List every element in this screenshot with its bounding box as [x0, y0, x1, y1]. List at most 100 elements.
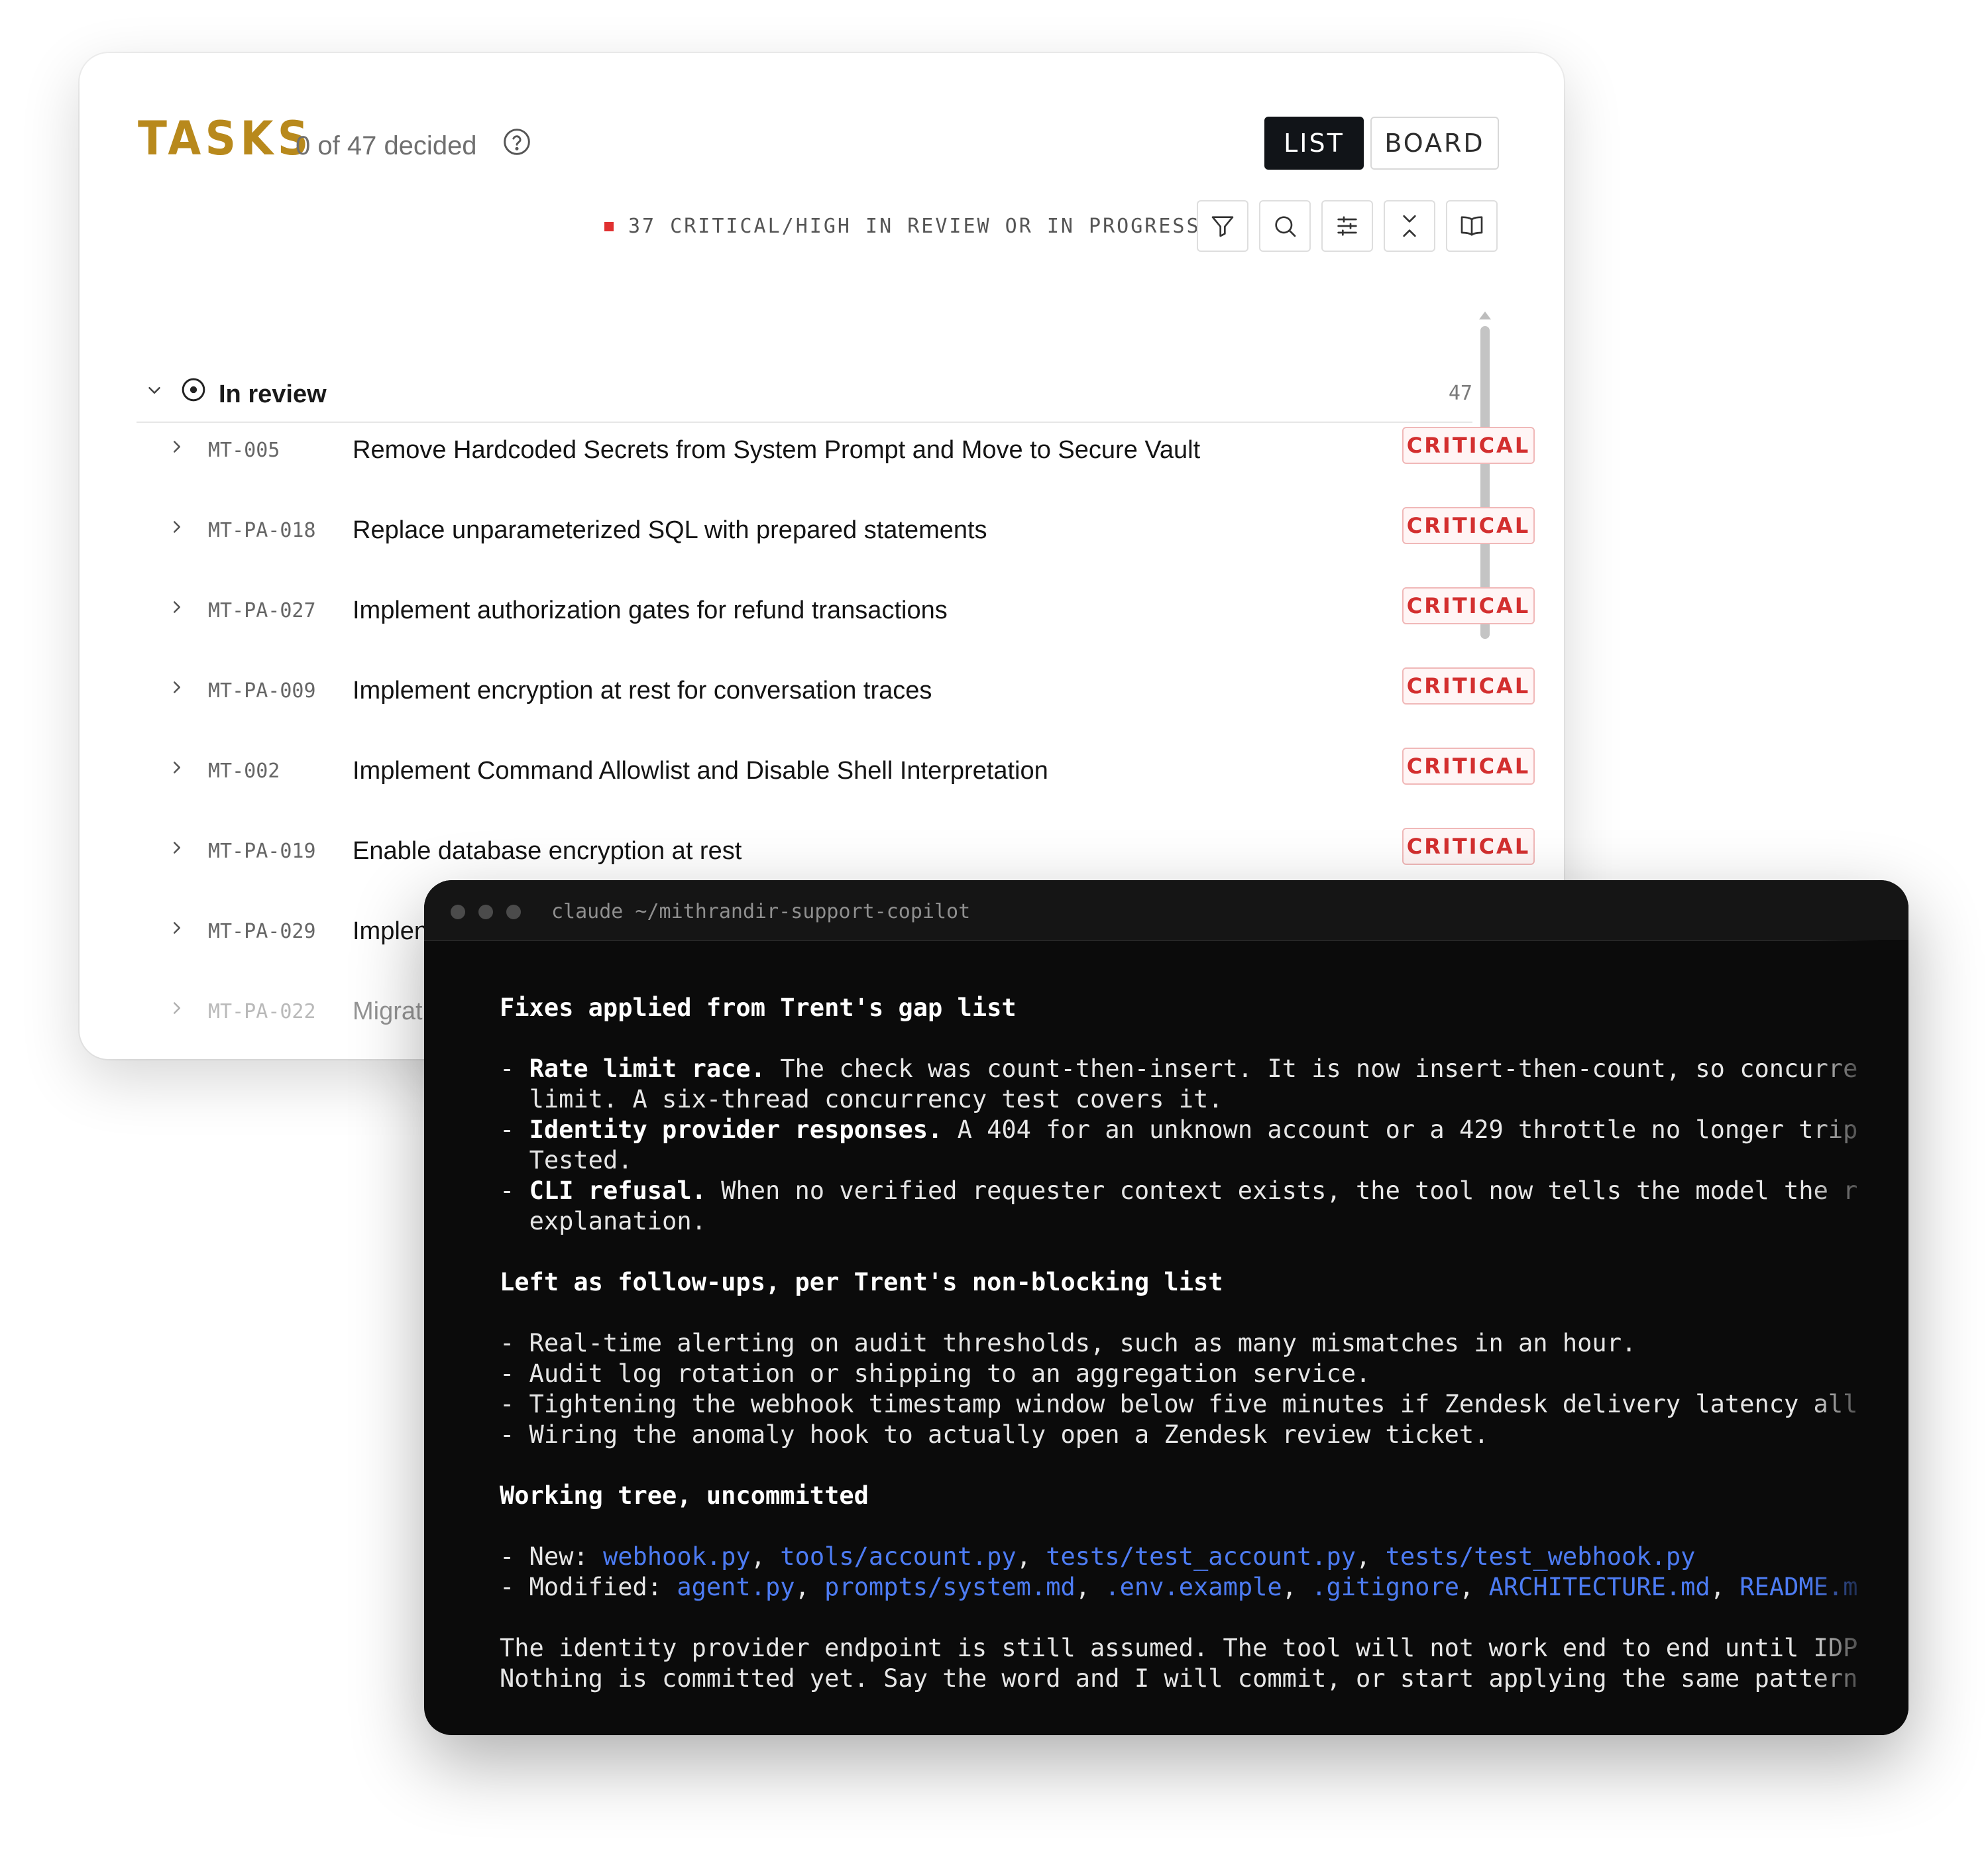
chevron-down-icon[interactable] — [144, 380, 164, 400]
heading-fixes: Fixes applied from Trent's gap list — [500, 993, 1017, 1022]
fix-line: - Rate limit race. The check was count-t… — [500, 1054, 1858, 1083]
window-zoom-dot[interactable] — [506, 905, 521, 919]
chevron-right-icon[interactable] — [167, 597, 187, 617]
filter-button[interactable] — [1197, 200, 1248, 252]
search-button[interactable] — [1259, 200, 1311, 252]
task-id: MT-PA-018 — [208, 519, 316, 542]
group-label: In review — [219, 380, 327, 408]
help-icon[interactable] — [502, 127, 531, 156]
task-row[interactable]: MT-PA-027 Implement authorization gates … — [159, 574, 1535, 647]
file-link[interactable]: .env.example — [1105, 1573, 1282, 1601]
critical-summary-text: 37 CRITICAL/HIGH IN REVIEW OR IN PROGRES… — [628, 215, 1201, 238]
group-count: 47 — [1448, 382, 1472, 405]
footer-line: Nothing is committed yet. Say the word a… — [500, 1664, 1858, 1693]
file-link[interactable]: ARCHITECTURE.md — [1489, 1573, 1710, 1601]
chevron-right-icon[interactable] — [167, 437, 187, 457]
critical-summary: 37 CRITICAL/HIGH IN REVIEW OR IN PROGRES… — [604, 215, 1201, 238]
chevron-right-icon[interactable] — [167, 758, 187, 777]
modified-files-line: - Modified: agent.py, prompts/system.md,… — [500, 1573, 1858, 1601]
task-id: MT-005 — [208, 439, 280, 462]
task-title: Implement authorization gates for refund… — [353, 596, 948, 624]
task-row[interactable]: MT-002 Implement Command Allowlist and D… — [159, 734, 1535, 807]
terminal-window[interactable]: claude ~/mithrandir-support-copilot Fixe… — [424, 880, 1908, 1735]
heading-working-tree: Working tree, uncommitted — [500, 1481, 869, 1510]
heading-followups: Left as follow-ups, per Trent's non-bloc… — [500, 1268, 1223, 1296]
board-view-button[interactable]: BOARD — [1370, 117, 1499, 170]
file-link[interactable]: agent.py — [677, 1573, 795, 1601]
task-id: MT-PA-019 — [208, 840, 316, 863]
task-title: Implement Command Allowlist and Disable … — [353, 757, 1048, 785]
settings-sliders-button[interactable] — [1321, 200, 1373, 252]
fix-continuation: Tested. — [529, 1146, 633, 1174]
search-icon — [1275, 216, 1296, 237]
fix-continuation: limit. A six-thread concurrency test cov… — [529, 1085, 1223, 1113]
file-link[interactable]: webhook.py — [603, 1542, 751, 1571]
terminal-output: Fixes applied from Trent's gap list - Ra… — [500, 993, 1858, 1694]
task-title: Implement encryption at rest for convers… — [353, 677, 932, 705]
task-row[interactable]: MT-PA-018 Replace unparameterized SQL wi… — [159, 494, 1535, 567]
task-id: MT-PA-029 — [208, 920, 316, 943]
critical-dot-icon — [604, 221, 614, 231]
task-id: MT-PA-022 — [208, 1000, 316, 1023]
task-id: MT-PA-027 — [208, 599, 316, 622]
scroll-up-arrow[interactable] — [1479, 312, 1491, 319]
terminal-title: claude ~/mithrandir-support-copilot — [551, 900, 971, 923]
file-link[interactable]: tests/test_account.py — [1046, 1542, 1356, 1571]
task-row[interactable]: MT-PA-009 Implement encryption at rest f… — [159, 654, 1535, 727]
followup-line: - Wiring the anomaly hook to actually op… — [500, 1420, 1489, 1449]
severity-badge: CRITICAL — [1402, 587, 1535, 624]
file-link[interactable]: prompts/system.md — [824, 1573, 1076, 1601]
tasks-title: TASKS — [138, 111, 313, 166]
fix-text: The check was count-then-insert. It is n… — [765, 1054, 1858, 1083]
chevron-right-icon[interactable] — [167, 838, 187, 858]
task-row[interactable]: MT-PA-019 Enable database encryption at … — [159, 815, 1535, 887]
group-header-in-review[interactable]: In review 47 — [137, 357, 1472, 423]
severity-badge: CRITICAL — [1402, 507, 1535, 544]
severity-badge: CRITICAL — [1402, 427, 1535, 464]
footer-line: The identity provider endpoint is still … — [500, 1634, 1858, 1662]
sliders-icon — [1337, 216, 1357, 236]
task-id: MT-PA-009 — [208, 679, 316, 703]
decided-count: 0 of 47 decided — [296, 131, 477, 160]
severity-badge: CRITICAL — [1402, 748, 1535, 785]
fix-line: - Identity provider responses. A 404 for… — [500, 1115, 1858, 1144]
file-link[interactable]: tests/test_webhook.py — [1386, 1542, 1696, 1571]
chevron-right-icon[interactable] — [167, 998, 187, 1018]
chevron-right-icon[interactable] — [167, 918, 187, 938]
followup-line: - Real-time alerting on audit thresholds… — [500, 1329, 1637, 1357]
severity-badge: CRITICAL — [1402, 667, 1535, 705]
filter-icon — [1211, 216, 1234, 237]
docs-button[interactable] — [1446, 200, 1498, 252]
file-link[interactable]: tools/account.py — [780, 1542, 1016, 1571]
fix-text: A 404 for an unknown account or a 429 th… — [942, 1115, 1858, 1144]
followup-line: - Tightening the webhook timestamp windo… — [500, 1390, 1858, 1418]
chevron-right-icon[interactable] — [167, 517, 187, 537]
terminal-titlebar: claude ~/mithrandir-support-copilot — [424, 880, 1908, 941]
task-title: Remove Hardcoded Secrets from System Pro… — [353, 436, 1201, 464]
severity-badge: CRITICAL — [1402, 828, 1535, 865]
fix-label: CLI refusal. — [529, 1176, 706, 1205]
window-close-dot[interactable] — [451, 905, 465, 919]
followup-line: - Audit log rotation or shipping to an a… — [500, 1359, 1371, 1388]
collapse-all-button[interactable] — [1384, 200, 1435, 252]
task-title: Migrat — [353, 997, 423, 1025]
fix-text: When no verified requester context exist… — [706, 1176, 1858, 1205]
list-view-button[interactable]: LIST — [1264, 117, 1364, 170]
fix-label: Rate limit race. — [529, 1054, 765, 1083]
task-title: Enable database encryption at rest — [353, 837, 742, 865]
collapse-icon — [1403, 215, 1416, 237]
fix-line: - CLI refusal. When no verified requeste… — [500, 1176, 1858, 1205]
new-files-line: - New: webhook.py, tools/account.py, tes… — [500, 1542, 1696, 1571]
book-icon — [1461, 216, 1483, 236]
fix-label: Identity provider responses. — [529, 1115, 943, 1144]
task-title: Replace unparameterized SQL with prepare… — [353, 516, 987, 544]
task-row[interactable]: MT-005 Remove Hardcoded Secrets from Sys… — [159, 414, 1535, 486]
window-minimize-dot[interactable] — [478, 905, 493, 919]
chevron-right-icon[interactable] — [167, 677, 187, 697]
status-circle-icon — [182, 378, 205, 402]
file-link[interactable]: .gitignore — [1311, 1573, 1459, 1601]
fix-continuation: explanation. — [529, 1207, 706, 1235]
task-title: Implen — [353, 917, 429, 945]
task-id: MT-002 — [208, 760, 280, 783]
terminal-edge-fade — [1809, 940, 1908, 1735]
